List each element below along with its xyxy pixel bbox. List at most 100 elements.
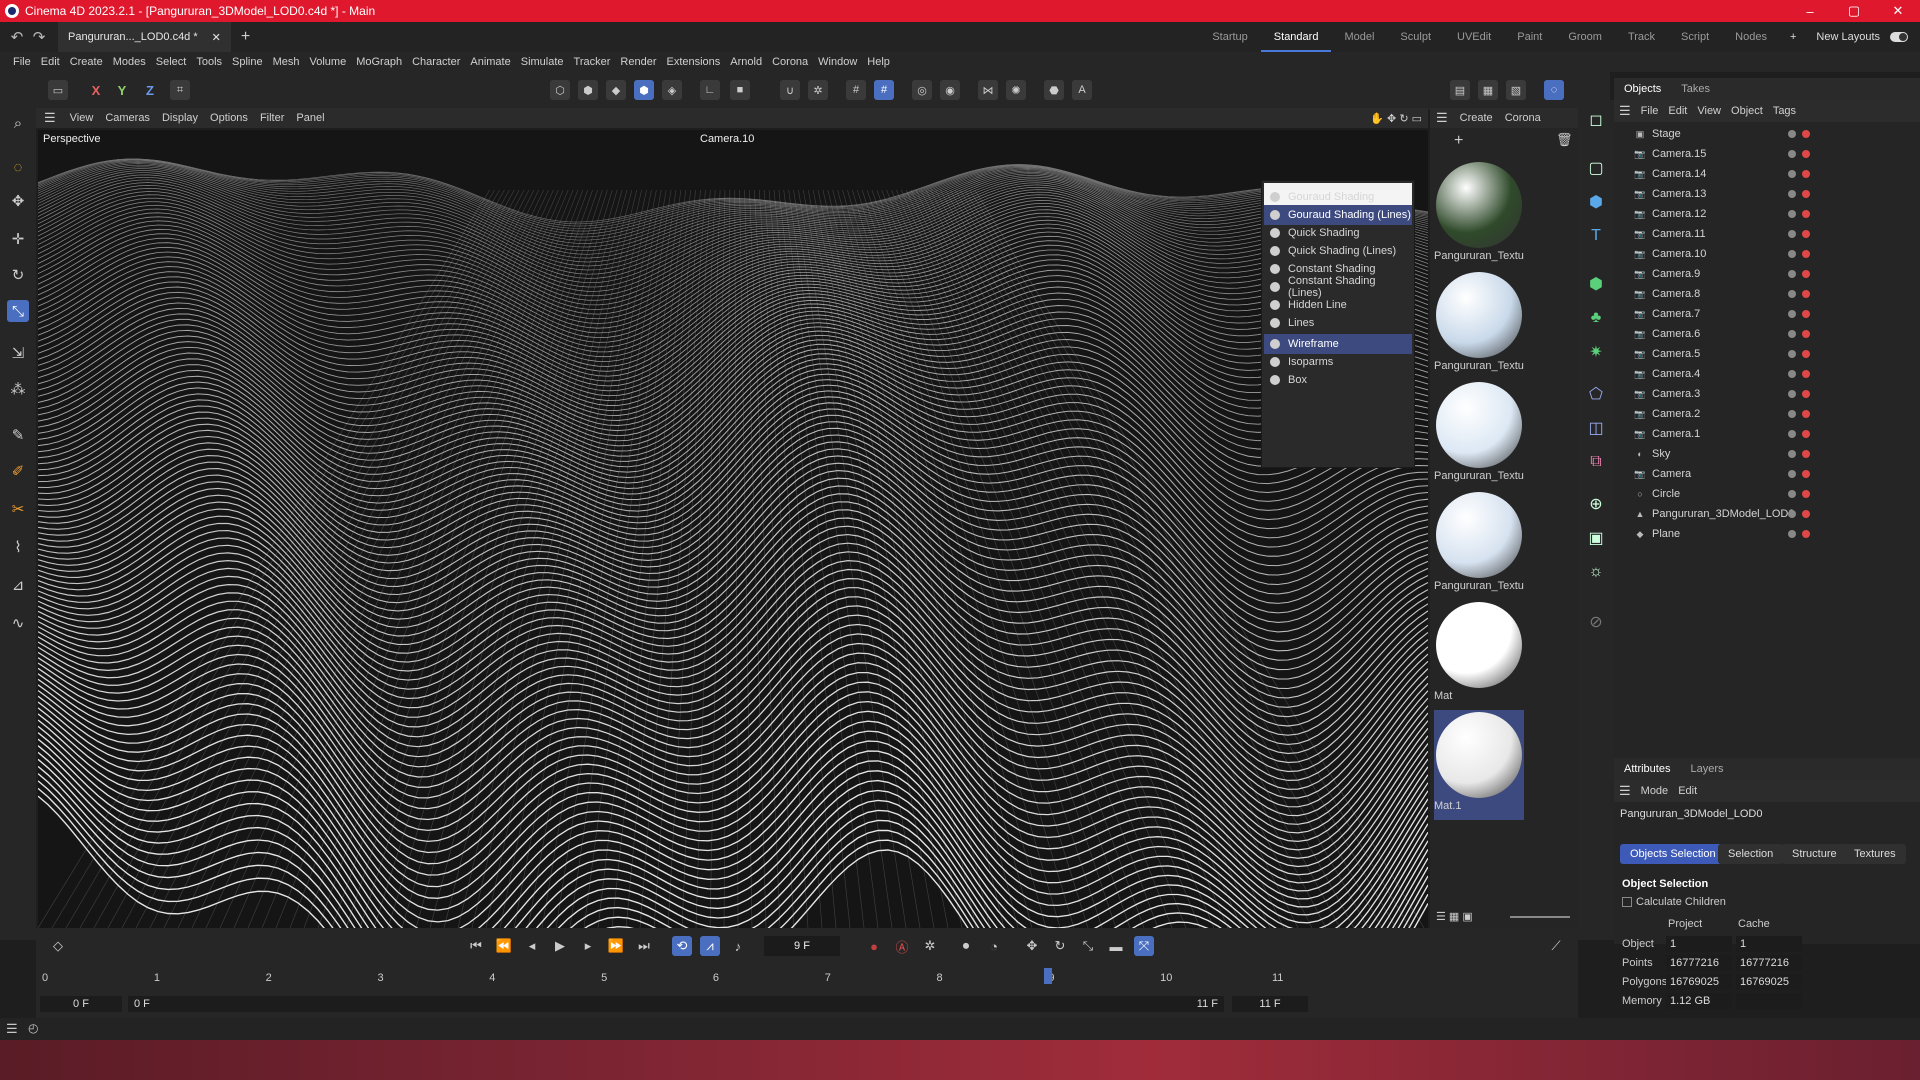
object-flags[interactable] [1788, 230, 1810, 238]
point-level-icon[interactable]: ⤧ [1134, 936, 1154, 956]
delete-material-icon[interactable]: 🗑 [1556, 132, 1573, 148]
transform-icon[interactable]: ⇲ [7, 342, 29, 364]
attributes-tab-layers[interactable]: Layers [1680, 763, 1733, 775]
subtab-structure[interactable]: Structure [1782, 844, 1847, 864]
editor-visibility-dot[interactable] [1788, 230, 1796, 238]
editor-visibility-dot[interactable] [1788, 490, 1796, 498]
editor-visibility-dot[interactable] [1788, 330, 1796, 338]
menu-render[interactable]: Render [615, 56, 661, 68]
preview-range-bar[interactable]: 0 F 11 F [128, 996, 1224, 1012]
add-tab-button[interactable]: + [241, 28, 250, 46]
viewport-menu-filter[interactable]: Filter [254, 112, 290, 124]
environment-icon[interactable]: ⊕ [1584, 492, 1608, 516]
go-to-end-button[interactable]: ⏭ [634, 936, 654, 956]
play-button[interactable]: ▶ [550, 936, 570, 956]
menu-extensions[interactable]: Extensions [661, 56, 725, 68]
spline-sketch-icon[interactable]: ✐ [7, 460, 29, 482]
object-row[interactable]: 📷 Camera.8 [1614, 284, 1920, 304]
polygons-mode-icon[interactable]: ◆ [606, 80, 626, 100]
shading-option-isoparms[interactable]: Isoparms [1264, 352, 1412, 372]
status-check-icon[interactable]: ◴ [28, 1021, 38, 1035]
subtab-textures[interactable]: Textures [1844, 844, 1906, 864]
interactive-render-icon[interactable]: ◌ [1544, 80, 1564, 100]
record-icon[interactable]: ● [864, 936, 884, 956]
object-flags[interactable] [1788, 210, 1810, 218]
objects-menu-view[interactable]: View [1692, 105, 1726, 117]
shading-option-constant-shading-lines[interactable]: Constant Shading (Lines) [1264, 275, 1412, 299]
magnet-icon[interactable]: ∪ [780, 80, 800, 100]
start-frame-field[interactable]: 0 F [40, 996, 122, 1012]
close-tab-icon[interactable]: ✕ [212, 31, 221, 44]
render-visibility-dot[interactable] [1802, 350, 1810, 358]
light-icon[interactable]: ☼ [1584, 560, 1608, 584]
cloner-icon[interactable]: ♣ [1584, 306, 1608, 330]
new-layouts-label[interactable]: New Layouts [1806, 22, 1890, 52]
rotation-key-icon[interactable]: ↻ [1050, 936, 1070, 956]
scale-active-icon[interactable]: ⤡ [7, 300, 29, 322]
attributes-hamburger-icon[interactable]: ☰ [1614, 783, 1636, 799]
material-menu-create[interactable]: Create [1454, 112, 1499, 124]
objects-menu-tags[interactable]: Tags [1768, 105, 1801, 117]
calculate-children-checkbox[interactable]: Calculate Children [1622, 896, 1726, 908]
layout-tab-standard[interactable]: Standard [1261, 22, 1332, 52]
object-row[interactable]: 📷 Camera [1614, 464, 1920, 484]
status-menu-icon[interactable]: ☰ [6, 1021, 18, 1037]
render-settings-icon[interactable]: ▧ [1506, 80, 1526, 100]
scale-key-icon[interactable]: ⤡ [1078, 936, 1098, 956]
brush-icon[interactable]: ⌇ [7, 536, 29, 558]
render-visibility-dot[interactable] [1802, 150, 1810, 158]
key-settings-icon[interactable]: ✲ [920, 936, 940, 956]
camera-rig-icon[interactable]: ▣ [1584, 526, 1608, 550]
points-mode-icon[interactable]: ⬡ [550, 80, 570, 100]
object-row[interactable]: 📷 Camera.11 [1614, 224, 1920, 244]
layout-tab-sculpt[interactable]: Sculpt [1387, 22, 1444, 52]
editor-visibility-dot[interactable] [1788, 150, 1796, 158]
range-button[interactable]: ⩘ [700, 936, 720, 956]
editor-visibility-dot[interactable] [1788, 350, 1796, 358]
material-swatch[interactable]: Pangururan_Textu [1434, 490, 1524, 600]
render-visibility-dot[interactable] [1802, 130, 1810, 138]
keyframe-icon[interactable]: ◇ [48, 936, 68, 956]
render-visibility-dot[interactable] [1802, 490, 1810, 498]
viewport-menu-options[interactable]: Options [204, 112, 254, 124]
material-view-icons[interactable]: ☰ ▦ ▣ [1436, 910, 1473, 923]
render-visibility-dot[interactable] [1802, 250, 1810, 258]
end-frame-field[interactable]: 11 F [1232, 996, 1308, 1012]
menu-create[interactable]: Create [65, 56, 108, 68]
next-key-button[interactable]: ⏩ [606, 936, 626, 956]
editor-visibility-dot[interactable] [1788, 370, 1796, 378]
minimize-button[interactable]: – [1788, 0, 1832, 22]
maximize-button[interactable]: ▢ [1832, 0, 1876, 22]
camera-object-icon[interactable]: ◻ [1584, 108, 1608, 132]
material-swatch[interactable]: Pangururan_Textu [1434, 160, 1524, 270]
material-menu-corona[interactable]: Corona [1499, 112, 1547, 124]
shading-option-lines[interactable]: Lines [1264, 313, 1412, 333]
object-row[interactable]: 📷 Camera.1 [1614, 424, 1920, 444]
grid-snap-icon[interactable]: # [846, 80, 866, 100]
subtab-objects-selection[interactable]: Objects Selection [1620, 844, 1726, 864]
object-flags[interactable] [1788, 350, 1810, 358]
previous-key-button[interactable]: ⏪ [494, 936, 514, 956]
object-row[interactable]: 📷 Camera.9 [1614, 264, 1920, 284]
editor-visibility-dot[interactable] [1788, 410, 1796, 418]
editor-visibility-dot[interactable] [1788, 190, 1796, 198]
object-row[interactable]: 📷 Camera.7 [1614, 304, 1920, 324]
field-icon[interactable]: ⬠ [1584, 382, 1608, 406]
shading-option-box[interactable]: Box [1264, 370, 1412, 390]
editor-visibility-dot[interactable] [1788, 250, 1796, 258]
go-to-start-button[interactable]: ⏮ [466, 936, 486, 956]
menu-help[interactable]: Help [862, 56, 895, 68]
editor-visibility-dot[interactable] [1788, 210, 1796, 218]
spline-pen-icon[interactable]: ✎ [7, 424, 29, 446]
cube-object-icon[interactable]: ⬢ [1584, 190, 1608, 214]
z-axis-lock[interactable]: Z [140, 80, 160, 100]
object-flags[interactable] [1788, 270, 1810, 278]
viewport-menu-panel[interactable]: Panel [290, 112, 330, 124]
render-visibility-dot[interactable] [1802, 410, 1810, 418]
object-flags[interactable] [1788, 470, 1810, 478]
menu-tracker[interactable]: Tracker [569, 56, 616, 68]
object-flags[interactable] [1788, 450, 1810, 458]
editor-visibility-dot[interactable] [1788, 290, 1796, 298]
next-frame-button[interactable]: ▸ [578, 936, 598, 956]
shading-option-wireframe[interactable]: Wireframe [1264, 334, 1412, 354]
